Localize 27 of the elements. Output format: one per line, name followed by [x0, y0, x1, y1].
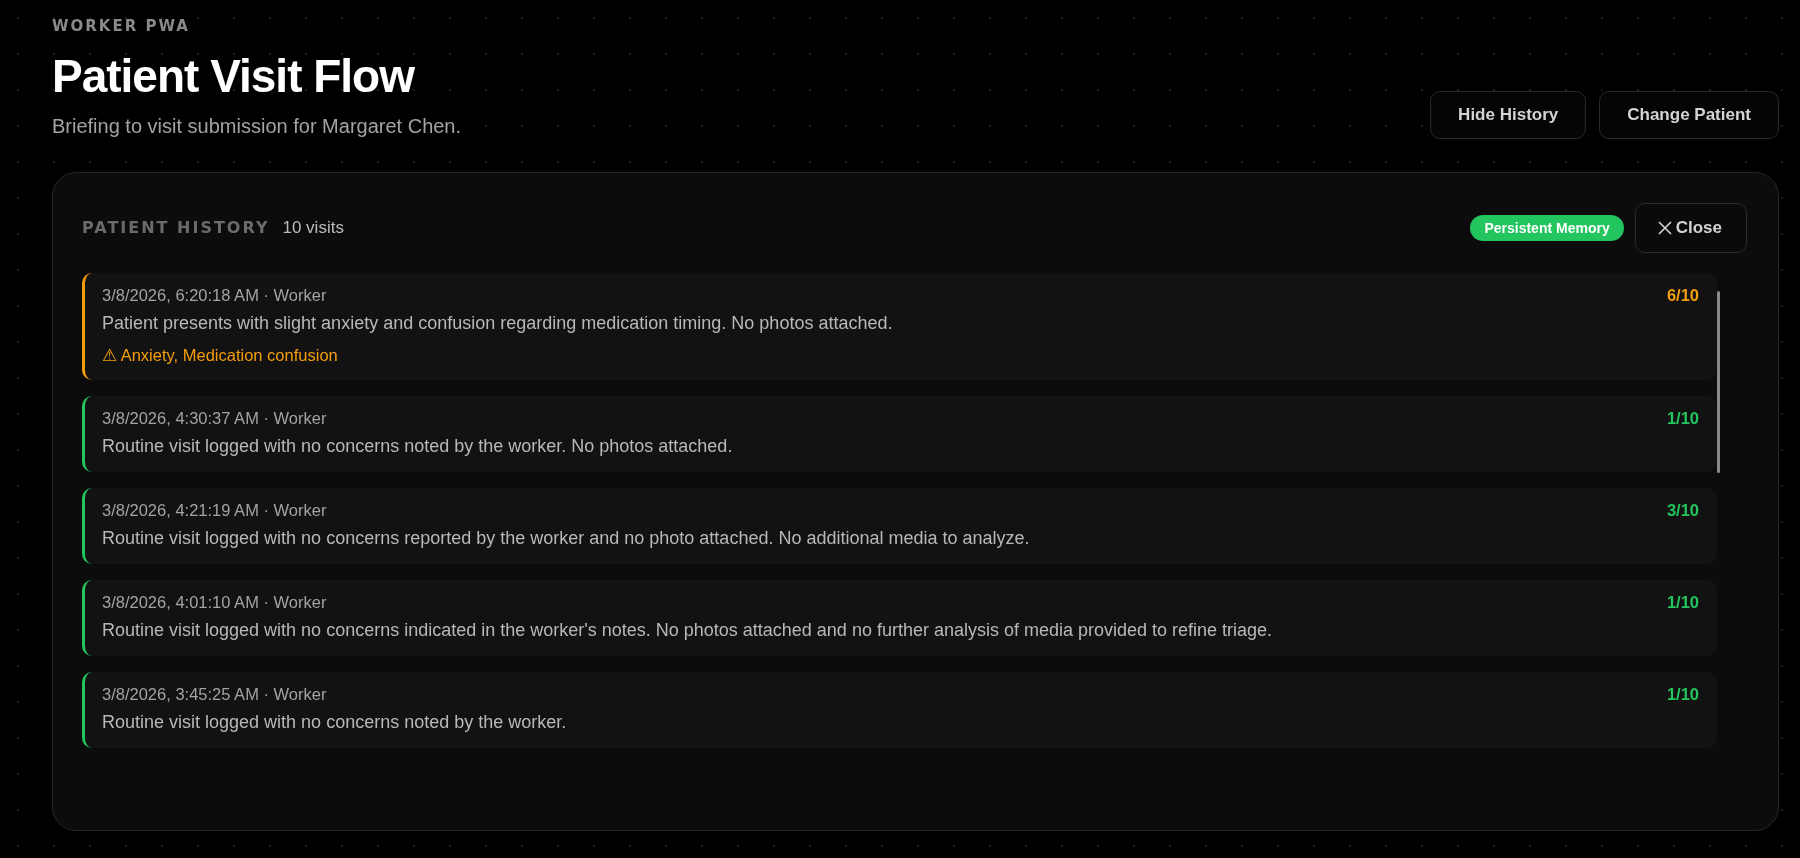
- visit-note: Routine visit logged with no concerns indicated in the worker's notes. No photos attached and no further analysis of media provided to refine triage.: [102, 620, 1274, 641]
- visit-note: Routine visit logged with no concerns noted by the worker.: [102, 712, 568, 733]
- panel-title: PATIENT HISTORY: [82, 218, 270, 237]
- close-button[interactable]: Close: [1634, 203, 1747, 253]
- triage-score: 3/10: [1666, 501, 1699, 520]
- triage-score: 1/10: [1666, 685, 1699, 704]
- page-title: Patient Visit Flow: [52, 49, 416, 103]
- triage-score: 6/10: [1666, 286, 1699, 305]
- visit-meta: 3/8/2026, 4:30:37 AM · Worker: [102, 409, 327, 428]
- triage-score: 1/10: [1666, 409, 1699, 428]
- memory-badge: Persistent Memory: [1470, 215, 1624, 241]
- triage-score: 1/10: [1666, 593, 1699, 612]
- page-subtitle: Briefing to visit submission for Margaret Chen.: [52, 115, 462, 138]
- visit-note: Patient presents with slight anxiety and confusion regarding medication timing. No photos attached.: [102, 313, 894, 334]
- app-label: WORKER PWA: [52, 17, 191, 35]
- header-button[interactable]: Hide History: [1430, 91, 1587, 139]
- visit-note: Routine visit logged with no concerns noted by the worker. No photos attached.: [102, 436, 734, 457]
- visit-count: 10 visits: [282, 218, 344, 238]
- visit-meta: 3/8/2026, 4:01:10 AM · Worker: [102, 593, 327, 612]
- scrollbar[interactable]: [1717, 291, 1720, 473]
- visit-note: Routine visit logged with no concerns reported by the worker and no photo attached. No additional media to analyze.: [102, 528, 1031, 549]
- visit-meta: 3/8/2026, 3:45:25 AM · Worker: [102, 685, 327, 704]
- close-icon: [1657, 221, 1672, 235]
- visit-meta: 3/8/2026, 4:21:19 AM · Worker: [102, 501, 327, 520]
- visit-meta: 3/8/2026, 6:20:18 AM · Worker: [102, 286, 327, 305]
- concern-flags: ⚠ Anxiety, Medication confusion: [102, 346, 339, 365]
- header-button[interactable]: Change Patient: [1599, 91, 1779, 139]
